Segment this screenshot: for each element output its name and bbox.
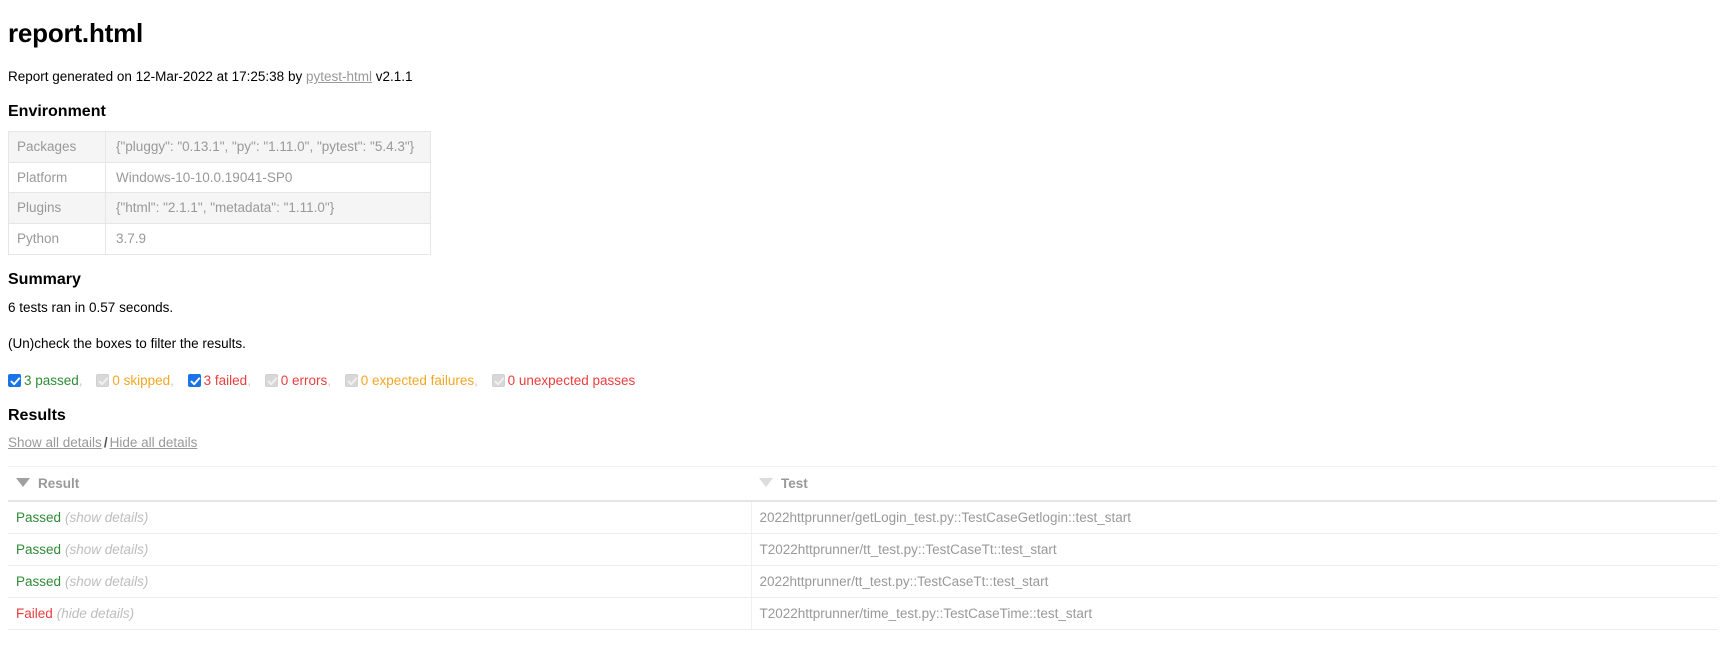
show-all-details-link[interactable]: Show all details [8,435,102,450]
environment-table: Packages {"pluggy": "0.13.1", "py": "1.1… [8,131,432,255]
result-filters: 3 passed, 0 skipped, 3 failed, 0 errors,… [8,372,1717,391]
env-value: {"html": "2.1.1", "metadata": "1.11.0"} [104,192,432,224]
outcome-label: Passed [16,510,62,526]
test-name-cell: T2022httprunner/tt_test.py::TestCaseTt::… [750,533,1717,567]
test-name-cell: 2022httprunner/getLogin_test.py::TestCas… [750,501,1717,535]
outcome-label: Failed [16,606,53,622]
outcome-label: Passed [16,574,62,590]
table-row: Failed (hide details) T2022httprunner/tim… [8,597,1717,631]
link-separator: / [103,435,108,451]
filter-comma: , [78,373,83,389]
column-header-test[interactable]: Test [751,466,1717,503]
sort-descending-icon[interactable] [16,478,30,488]
toggle-details-link[interactable]: (hide details) [57,606,134,621]
env-value: Windows-10-10.0.19041-SP0 [104,161,432,194]
results-table-head: Result Test [8,466,1717,503]
result-cell: Passed (show details) [8,501,751,535]
sort-descending-icon[interactable] [759,478,773,488]
column-header-result[interactable]: Result [8,466,751,503]
filter-failed[interactable]: 3 failed, [187,373,251,389]
test-name-cell: 2022httprunner/tt_test.py::TestCaseTt::t… [750,565,1717,599]
checkbox-expected-failures[interactable] [344,374,358,388]
generated-by-text: by [284,69,306,84]
filter-comma: , [170,373,174,389]
result-cell: Passed (show details) [8,565,751,599]
summary-heading: Summary [8,270,81,288]
filter-passed[interactable]: 3 passed, [8,373,83,388]
env-value: {"pluggy": "0.13.1", "py": "1.11.0", "py… [104,131,432,163]
hide-all-details-link[interactable]: Hide all details [110,435,198,450]
results-table: Result Test Passed (show details) 2022htt… [8,466,1717,631]
report-page: report.html Report generated on 12-Mar-2… [0,0,1725,631]
table-row: Passed (show details) 2022httprunner/getL… [8,501,1717,535]
filter-label-passed[interactable]: 3 passed [24,373,79,388]
env-key: Packages [8,131,106,163]
table-row: Packages {"pluggy": "0.13.1", "py": "1.1… [8,131,432,163]
toggle-details-link[interactable]: (show details) [65,574,148,589]
results-heading: Results [8,407,66,425]
filter-expected-failures[interactable]: 0 expected failures, [344,373,478,389]
environment-table-body: Packages {"pluggy": "0.13.1", "py": "1.1… [8,131,432,255]
filter-skipped[interactable]: 0 skipped, [96,373,174,388]
result-cell: Passed (show details) [8,533,751,567]
filter-label-skipped[interactable]: 0 skipped [112,373,170,388]
table-row: Passed (show details) T2022httprunner/tt_… [8,533,1717,567]
filter-label-expected-failures[interactable]: 0 expected failures [361,373,474,388]
column-header-result-label: Result [38,476,80,492]
toggle-details-link[interactable]: (show details) [65,510,148,525]
detail-toggle-links: Show all details / Hide all details [8,435,1717,450]
table-row: Passed (show details) 2022httprunner/tt_t… [8,565,1717,599]
results-header-row: Result Test [8,466,1717,503]
generator-version: v2.1.1 [372,69,413,84]
env-key: Platform [8,161,106,194]
generated-datetime: 12-Mar-2022 at 17:25:38 [135,69,285,84]
pytest-html-link[interactable]: pytest-html [306,69,372,84]
checkbox-skipped[interactable] [96,374,110,388]
table-row: Plugins {"html": "2.1.1", "metadata": "1… [8,192,432,224]
checkbox-passed[interactable] [8,374,21,388]
table-row: Python 3.7.9 [8,222,432,255]
test-name-cell: T2022httprunner/time_test.py::TestCaseTi… [750,597,1717,631]
generated-prefix: Report generated on [8,69,136,84]
env-value: 3.7.9 [104,222,432,255]
tests-ran-line: 6 tests ran in 0.57 seconds. [8,299,174,315]
env-key: Plugins [8,192,106,224]
filter-comma: , [247,373,251,389]
filter-comma: , [327,373,332,389]
filter-unexpected-passes[interactable]: 0 unexpected passes [491,373,636,388]
checkbox-failed[interactable] [187,374,201,388]
environment-heading: Environment [8,103,106,121]
results-table-body: Passed (show details) 2022httprunner/getL… [8,501,1717,631]
filter-label-unexpected-passes[interactable]: 0 unexpected passes [508,373,636,388]
filter-hint: (Un)check the boxes to filter the result… [8,336,246,352]
filter-label-errors[interactable]: 0 errors [281,373,328,388]
generated-line: Report generated on 12-Mar-2022 at 17:25… [8,67,1717,87]
outcome-label: Passed [16,542,62,558]
result-cell: Failed (hide details) [8,597,751,631]
toggle-details-link[interactable]: (show details) [65,542,148,557]
env-key: Python [8,222,106,255]
filter-comma: , [474,373,478,389]
table-row: Platform Windows-10-10.0.19041-SP0 [8,161,432,194]
filter-label-failed[interactable]: 3 failed [204,373,248,388]
checkbox-unexpected-passes[interactable] [491,374,505,388]
filter-errors[interactable]: 0 errors, [264,373,332,389]
checkbox-errors[interactable] [264,374,278,388]
page-title: report.html [8,18,144,48]
column-header-test-label: Test [781,476,808,492]
